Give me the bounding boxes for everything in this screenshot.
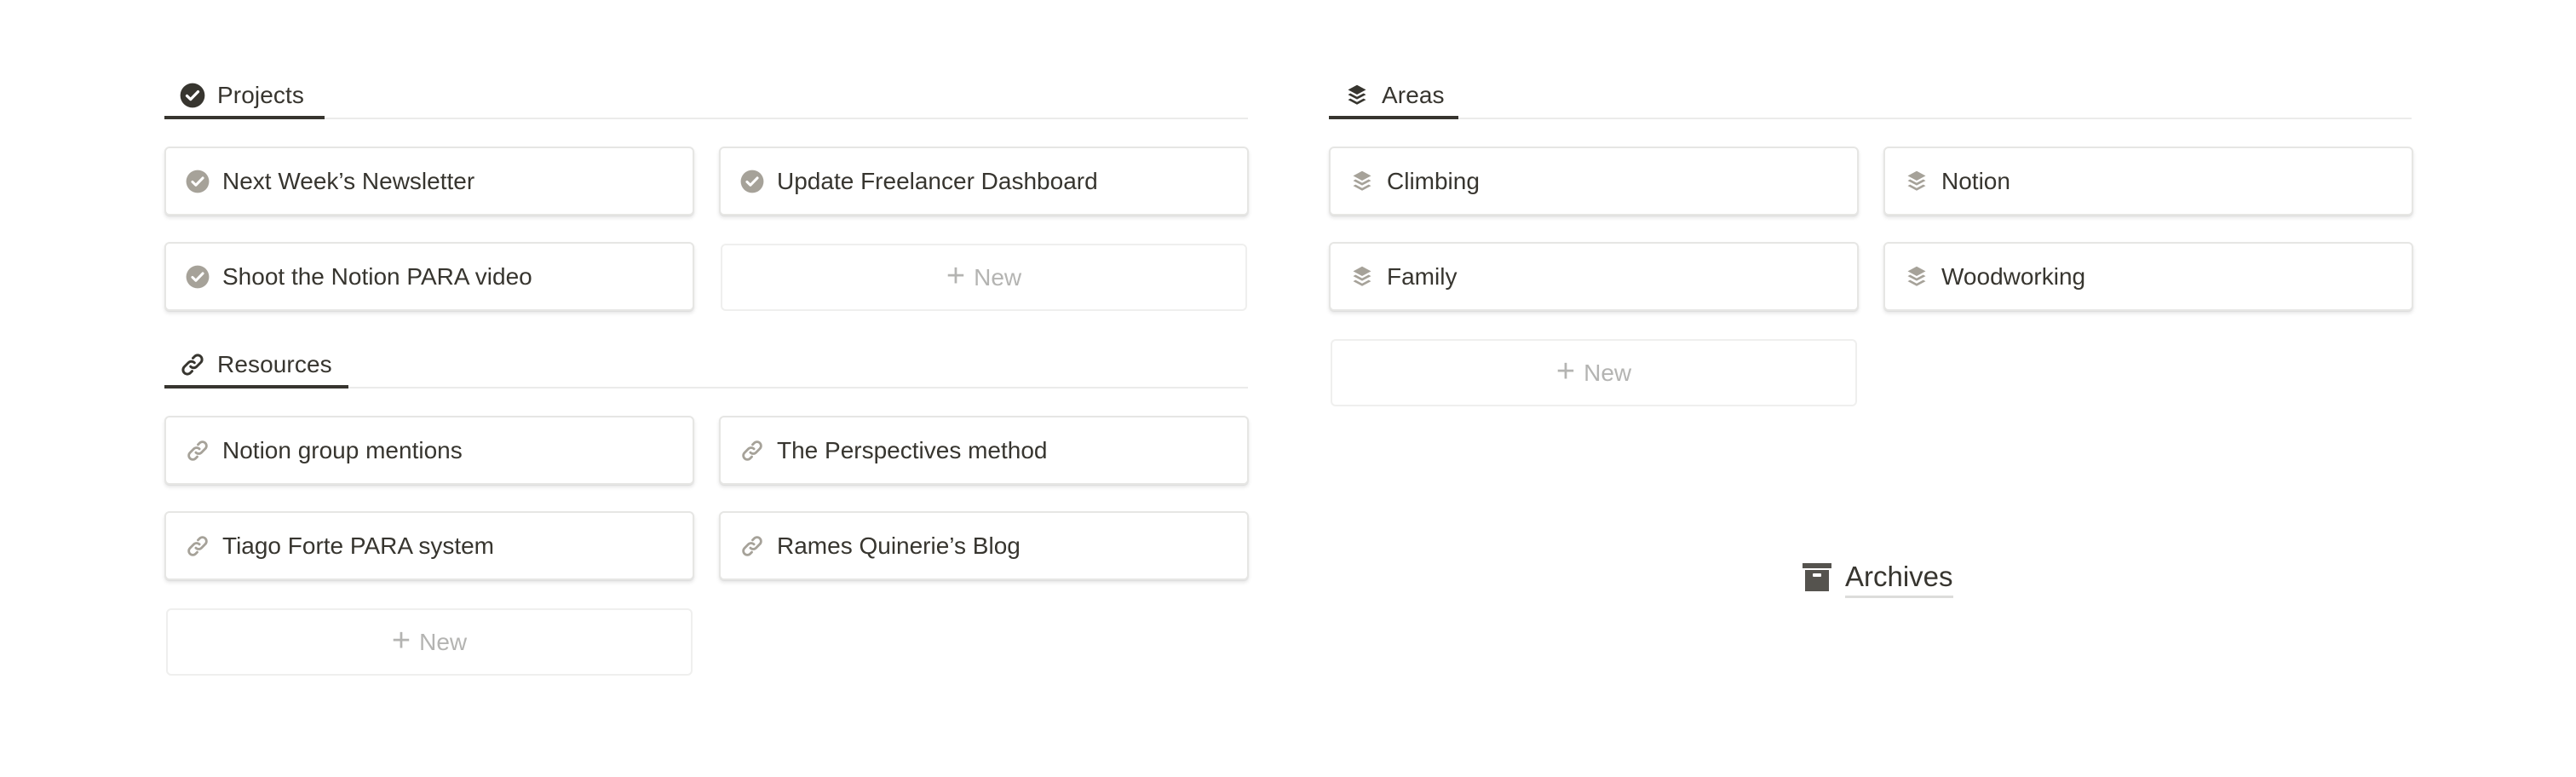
resource-card[interactable]: The Perspectives method — [719, 416, 1249, 485]
area-card[interactable]: Woodworking — [1883, 242, 2413, 311]
areas-section: Areas Climbing Notion Family Woodworking… — [1329, 72, 2413, 406]
projects-new-button[interactable]: + New — [721, 244, 1247, 311]
resource-card[interactable]: Tiago Forte PARA system — [164, 511, 694, 580]
project-card-title: Next Week’s Newsletter — [222, 167, 475, 194]
resources-gallery: Notion group mentions The Perspectives m… — [164, 416, 1249, 676]
areas-tabbar: Areas — [1329, 72, 2412, 119]
archives-label: Archives — [1845, 562, 1953, 598]
area-card[interactable]: Family — [1329, 242, 1859, 311]
area-card-title: Climbing — [1387, 167, 1480, 194]
new-label: New — [419, 628, 468, 655]
active-tab-underline — [164, 116, 325, 119]
new-label: New — [1584, 359, 1632, 386]
resources-tabbar: Resources — [164, 341, 1248, 388]
project-card[interactable]: Update Freelancer Dashboard — [719, 147, 1249, 216]
link-icon — [739, 533, 765, 559]
layers-icon — [1349, 264, 1375, 290]
resources-section: Resources Notion group mentions The Pers… — [164, 341, 1249, 676]
resource-card-title: Notion group mentions — [222, 436, 463, 463]
check-circle-icon — [180, 83, 205, 108]
tab-projects[interactable]: Projects — [164, 72, 325, 119]
active-tab-underline — [164, 385, 348, 388]
plus-icon: + — [1555, 353, 1576, 389]
project-card-title: Update Freelancer Dashboard — [777, 167, 1098, 194]
archives-link[interactable]: Archives — [1803, 557, 1953, 598]
active-tab-underline — [1329, 116, 1458, 119]
areas-gallery: Climbing Notion Family Woodworking + New — [1329, 147, 2413, 406]
link-icon — [739, 438, 765, 463]
projects-section: Projects Next Week’s Newsletter Update F… — [164, 72, 1249, 311]
area-card-title: Woodworking — [1941, 262, 2086, 290]
tab-areas[interactable]: Areas — [1329, 72, 1458, 119]
plus-icon: + — [946, 257, 966, 294]
plus-icon: + — [391, 622, 411, 659]
tab-resources-label: Resources — [217, 351, 332, 377]
link-icon — [180, 352, 205, 377]
new-label: New — [974, 263, 1022, 291]
tab-resources[interactable]: Resources — [164, 341, 348, 388]
areas-new-button[interactable]: + New — [1331, 339, 1857, 406]
layers-icon — [1349, 169, 1375, 194]
projects-gallery: Next Week’s Newsletter Update Freelancer… — [164, 147, 1249, 311]
link-icon — [185, 438, 210, 463]
area-card-title: Family — [1387, 262, 1458, 290]
projects-divider — [164, 118, 1248, 119]
area-card[interactable]: Notion — [1883, 147, 2413, 216]
areas-divider — [1329, 118, 2412, 119]
resource-card-title: Tiago Forte PARA system — [222, 532, 494, 559]
layers-icon — [1904, 169, 1929, 194]
layers-icon — [1344, 83, 1370, 108]
resource-card[interactable]: Rames Quinerie’s Blog — [719, 511, 1249, 580]
tab-areas-label: Areas — [1382, 82, 1445, 108]
tab-projects-label: Projects — [217, 82, 304, 108]
resource-card[interactable]: Notion group mentions — [164, 416, 694, 485]
resource-card-title: The Perspectives method — [777, 436, 1048, 463]
archive-box-icon — [1803, 563, 1831, 592]
resources-new-button[interactable]: + New — [166, 608, 693, 676]
resource-card-title: Rames Quinerie’s Blog — [777, 532, 1021, 559]
check-circle-icon — [739, 169, 765, 194]
check-circle-icon — [185, 264, 210, 290]
projects-tabbar: Projects — [164, 72, 1248, 119]
project-card[interactable]: Shoot the Notion PARA video — [164, 242, 694, 311]
check-circle-icon — [185, 169, 210, 194]
project-card[interactable]: Next Week’s Newsletter — [164, 147, 694, 216]
project-card-title: Shoot the Notion PARA video — [222, 262, 532, 290]
layers-icon — [1904, 264, 1929, 290]
area-card[interactable]: Climbing — [1329, 147, 1859, 216]
area-card-title: Notion — [1941, 167, 2010, 194]
link-icon — [185, 533, 210, 559]
